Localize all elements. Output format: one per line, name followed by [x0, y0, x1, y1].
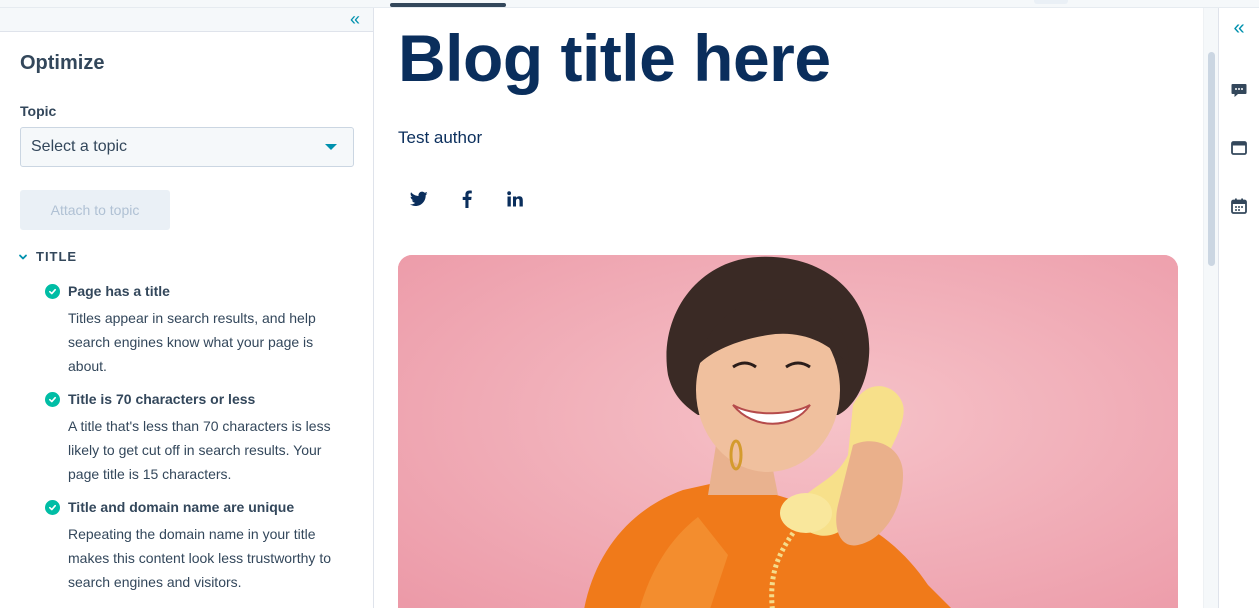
woman-on-phone-image [398, 255, 1178, 608]
check-title: Title is 70 characters or less [68, 391, 256, 407]
double-chevron-left-icon[interactable]: « [345, 9, 365, 29]
comment-icon[interactable] [1229, 80, 1249, 100]
topic-select-value: Select a topic [31, 138, 128, 155]
calendar-icon[interactable] [1229, 196, 1249, 216]
scrollbar-thumb[interactable] [1208, 52, 1215, 266]
double-chevron-left-icon[interactable]: « [1229, 17, 1249, 39]
right-rail: « [1218, 8, 1259, 608]
check-description: Repeating the domain name in your title … [68, 526, 331, 590]
preview-scrollbar[interactable] [1203, 8, 1218, 608]
check-circle-icon [45, 499, 60, 515]
chevron-down-icon [18, 252, 28, 262]
check-item: Title and domain name are unique Repeati… [45, 498, 355, 594]
check-description: Titles appear in search results, and hel… [68, 310, 316, 374]
blog-preview: Blog title here Test author [375, 8, 1203, 608]
sidebar-title: Optimize [20, 52, 105, 74]
check-item: Title is 70 characters or less A title t… [45, 390, 355, 486]
linkedin-icon[interactable] [505, 188, 525, 210]
blog-author[interactable]: Test author [398, 128, 482, 148]
topic-select[interactable]: Select a topic [20, 127, 354, 167]
blog-title[interactable]: Blog title here [398, 20, 831, 96]
browser-window-icon[interactable] [1229, 138, 1249, 158]
check-description: A title that's less than 70 characters i… [68, 418, 331, 482]
active-tab-indicator [390, 3, 506, 7]
optimize-sidebar: « Optimize Topic Select a topic Attach t… [0, 8, 374, 608]
facebook-icon[interactable] [457, 188, 477, 210]
caret-down-icon [325, 144, 337, 150]
check-title: Title and domain name are unique [68, 499, 295, 515]
top-chip [1034, 0, 1068, 4]
section-label: TITLE [36, 249, 78, 264]
check-list: Page has a title Titles appear in search… [45, 282, 355, 606]
check-circle-icon [45, 391, 60, 407]
app-window: « Optimize Topic Select a topic Attach t… [0, 0, 1259, 608]
attach-to-topic-button[interactable]: Attach to topic [20, 190, 170, 230]
social-share-icons [409, 188, 525, 210]
check-circle-icon [45, 283, 60, 299]
top-strip [0, 0, 1259, 8]
section-toggle-title[interactable]: TITLE [18, 249, 77, 264]
check-item: Page has a title Titles appear in search… [45, 282, 355, 378]
check-title: Page has a title [68, 283, 170, 299]
twitter-icon[interactable] [409, 188, 429, 210]
sidebar-header: « [0, 8, 373, 32]
topic-label: Topic [20, 103, 57, 119]
